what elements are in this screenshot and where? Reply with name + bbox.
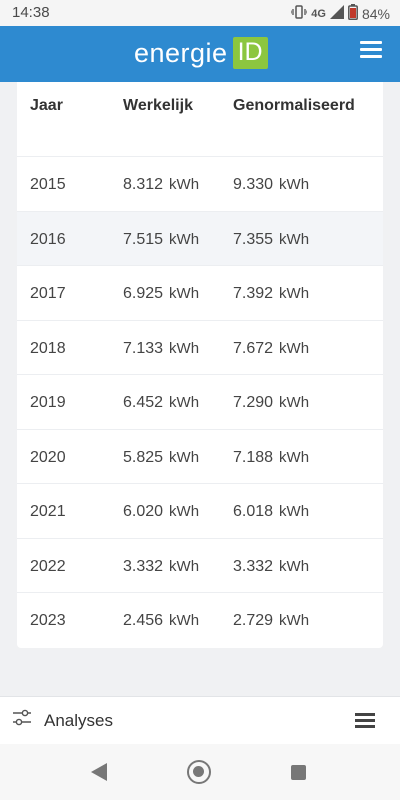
cell-year: 2016 (30, 230, 66, 248)
cell-normalized: 7.392 kWh (233, 285, 310, 302)
cell-year: 2017 (30, 285, 66, 302)
back-icon[interactable] (91, 763, 107, 781)
table-row: 2016 7.515 kWh 7.355 kWh (17, 211, 383, 266)
vibrate-icon (290, 5, 308, 22)
cell-normalized: 7.672 kWh (233, 339, 310, 357)
bottom-toolbar: Analyses (0, 696, 400, 744)
header-actual: Werkelijk (123, 97, 193, 114)
cell-normalized: 2.729 kWh (233, 612, 310, 629)
cell-actual: 7.515 kWh (123, 230, 200, 248)
header-normalized: Genormaliseerd (233, 97, 355, 114)
signal-icon (329, 5, 344, 22)
cell-normalized: 3.332 kWh (233, 557, 310, 575)
yearly-consumption-table: Jaar Werkelijk Genormaliseerd 2015 8.312… (17, 82, 383, 648)
table-row: 2015 8.312 kWh 9.330 kWh (17, 157, 383, 212)
cell-year: 2019 (30, 394, 66, 411)
table-row: 2023 2.456 kWh 2.729 kWh (17, 593, 383, 648)
cell-actual: 8.312 kWh (123, 176, 200, 193)
cell-year: 2020 (30, 448, 66, 466)
cell-normalized: 7.290 kWh (233, 394, 310, 411)
logo-badge: ID (232, 37, 268, 69)
battery-percent: 84% (361, 5, 390, 22)
table-header: Jaar Werkelijk Genormaliseerd (17, 82, 383, 157)
table-row: 2021 6.020 kWh 6.018 kWh (17, 484, 383, 539)
cell-actual: 6.925 kWh (123, 285, 200, 302)
bottom-menu-icon[interactable] (355, 713, 375, 729)
header-year: Jaar (30, 97, 63, 114)
status-bar: 14:38 4G 84% (0, 0, 400, 26)
analyses-label: Analyses (44, 710, 113, 730)
cell-actual: 2.456 kWh (123, 612, 200, 629)
cell-normalized: 7.188 kWh (233, 448, 310, 466)
cell-year: 2022 (30, 557, 66, 575)
cell-normalized: 9.330 kWh (233, 176, 310, 193)
table-row: 2017 6.925 kWh 7.392 kWh (17, 266, 383, 321)
recent-apps-icon[interactable] (291, 765, 306, 780)
energieid-logo[interactable]: energie ID (134, 37, 268, 69)
cell-year: 2023 (30, 612, 66, 629)
status-icons: 4G 84% (290, 4, 390, 23)
cell-actual: 6.020 kWh (123, 503, 200, 520)
cell-year: 2015 (30, 176, 66, 193)
network-label: 4G (311, 7, 326, 20)
cell-actual: 5.825 kWh (123, 448, 200, 466)
table-row: 2020 5.825 kWh 7.188 kWh (17, 430, 383, 484)
table-row: 2019 6.452 kWh 7.290 kWh (17, 375, 383, 430)
home-icon[interactable] (187, 760, 211, 784)
sliders-icon (12, 709, 32, 732)
analyses-button[interactable]: Analyses (12, 709, 113, 732)
battery-icon (348, 4, 358, 23)
status-time: 14:38 (12, 4, 50, 21)
table-row: 2018 7.133 kWh 7.672 kWh (17, 321, 383, 375)
cell-year: 2021 (30, 503, 66, 520)
cell-actual: 3.332 kWh (123, 557, 200, 575)
cell-normalized: 7.355 kWh (233, 230, 310, 248)
app-header: energie ID (0, 26, 400, 82)
hamburger-menu-icon[interactable] (360, 41, 382, 59)
cell-actual: 6.452 kWh (123, 394, 200, 411)
table-row: 2022 3.332 kWh 3.332 kWh (17, 539, 383, 593)
android-nav-bar (0, 744, 400, 800)
logo-word: energie (134, 37, 228, 68)
cell-normalized: 6.018 kWh (233, 503, 310, 520)
cell-actual: 7.133 kWh (123, 339, 200, 357)
cell-year: 2018 (30, 339, 66, 357)
